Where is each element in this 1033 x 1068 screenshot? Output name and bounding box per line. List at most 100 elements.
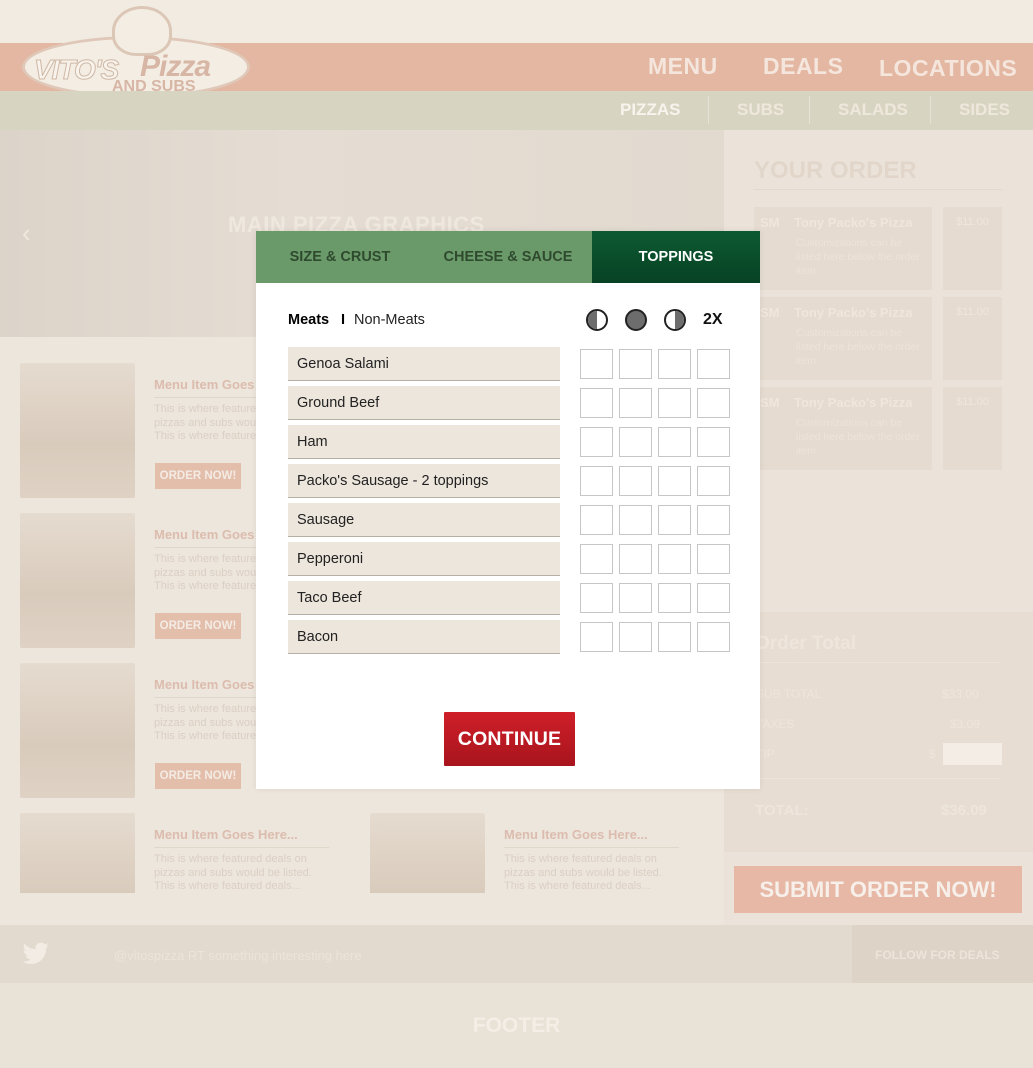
whole-checkbox[interactable] xyxy=(619,427,652,457)
left-half-checkbox[interactable] xyxy=(580,583,613,613)
subnav-subs[interactable]: SUBS xyxy=(737,100,784,120)
tip-input[interactable] xyxy=(943,743,1002,765)
twitter-icon[interactable] xyxy=(22,942,50,966)
your-order-title: YOUR ORDER xyxy=(754,157,917,184)
total-label: TOTAL: xyxy=(755,802,809,819)
right-half-checkbox[interactable] xyxy=(658,505,691,535)
divider xyxy=(504,847,679,848)
subnav-divider xyxy=(809,96,810,124)
order-item-name: Tony Packo's Pizza xyxy=(794,305,913,320)
right-half-checkbox[interactable] xyxy=(658,466,691,496)
left-half-checkbox[interactable] xyxy=(580,505,613,535)
subnav-divider xyxy=(930,96,931,124)
right-half-checkbox[interactable] xyxy=(658,544,691,574)
double-checkbox[interactable] xyxy=(697,583,730,613)
nav-menu[interactable]: MENU xyxy=(648,53,718,80)
order-item-name: Tony Packo's Pizza xyxy=(794,215,913,230)
pizza-image xyxy=(20,363,135,498)
order-now-button[interactable]: ORDER NOW! xyxy=(155,763,241,789)
subnav-pizzas[interactable]: PIZZAS xyxy=(620,100,680,120)
right-half-checkbox[interactable] xyxy=(658,388,691,418)
whole-checkbox[interactable] xyxy=(619,583,652,613)
pizza-image xyxy=(20,513,135,648)
topping-row[interactable]: Packo's Sausage - 2 toppings xyxy=(288,464,560,498)
order-item[interactable]: SM Tony Packo's Pizza Customizations can… xyxy=(754,297,1002,380)
nav-locations[interactable]: LOCATIONS xyxy=(879,55,1017,82)
divider xyxy=(755,662,1001,663)
order-item-size: SM xyxy=(760,215,780,230)
submit-order-button[interactable]: SUBMIT ORDER NOW! xyxy=(734,866,1022,913)
tab-size-crust[interactable]: SIZE & CRUST xyxy=(256,231,424,283)
left-half-checkbox[interactable] xyxy=(580,349,613,379)
menu-card-title[interactable]: Menu Item Goes Here... xyxy=(154,827,298,842)
pizza-image xyxy=(370,813,485,893)
order-item[interactable]: SM Tony Packo's Pizza Customizations can… xyxy=(754,387,1002,470)
subnav-salads[interactable]: SALADS xyxy=(838,100,908,120)
double-checkbox[interactable] xyxy=(697,466,730,496)
nav-deals[interactable]: DEALS xyxy=(763,53,843,80)
pizza-image xyxy=(20,663,135,798)
topping-row[interactable]: Genoa Salami xyxy=(288,347,560,381)
double-checkbox[interactable] xyxy=(697,544,730,574)
left-half-checkbox[interactable] xyxy=(580,427,613,457)
subtotal-value: $33.00 xyxy=(942,687,979,701)
left-half-checkbox[interactable] xyxy=(580,622,613,652)
right-half-checkbox[interactable] xyxy=(658,583,691,613)
double-checkbox[interactable] xyxy=(697,622,730,652)
tab-toppings[interactable]: TOPPINGS xyxy=(592,231,760,283)
menu-card-title[interactable]: Menu Item Goes Here... xyxy=(504,827,648,842)
order-item[interactable]: SM Tony Packo's Pizza Customizations can… xyxy=(754,207,1002,290)
divider xyxy=(754,189,1002,190)
order-now-button[interactable]: ORDER NOW! xyxy=(155,613,241,639)
double-checkbox[interactable] xyxy=(697,427,730,457)
modal-tabs: SIZE & CRUST CHEESE & SAUCE TOPPINGS xyxy=(256,231,760,283)
left-half-checkbox[interactable] xyxy=(580,466,613,496)
menu-card: Menu Item Goes Here... This is where fea… xyxy=(20,813,350,893)
topping-row[interactable]: Sausage xyxy=(288,503,560,537)
hero-prev-arrow-icon[interactable]: ‹ xyxy=(22,218,31,249)
taxes-value: $3.09 xyxy=(950,717,981,731)
toppings-modal: SIZE & CRUST CHEESE & SAUCE TOPPINGS Mea… xyxy=(256,231,760,789)
whole-icon xyxy=(625,309,647,331)
topping-row[interactable]: Ham xyxy=(288,425,560,459)
whole-checkbox[interactable] xyxy=(619,349,652,379)
tip-currency: $ xyxy=(929,747,936,761)
category-meats[interactable]: Meats xyxy=(288,312,329,328)
left-half-checkbox[interactable] xyxy=(580,388,613,418)
topping-row[interactable]: Taco Beef xyxy=(288,581,560,615)
order-item-size: SM xyxy=(760,395,780,410)
whole-checkbox[interactable] xyxy=(619,544,652,574)
double-label: 2X xyxy=(703,311,723,328)
right-half-checkbox[interactable] xyxy=(658,349,691,379)
topping-row[interactable]: Bacon xyxy=(288,620,560,654)
left-half-checkbox[interactable] xyxy=(580,544,613,574)
menu-card: Menu Item Goes Here... This is where fea… xyxy=(370,813,700,893)
total-value: $36.09 xyxy=(941,802,987,819)
category-separator: I xyxy=(341,312,346,328)
whole-checkbox[interactable] xyxy=(619,622,652,652)
topping-row[interactable]: Ground Beef xyxy=(288,386,560,420)
double-checkbox[interactable] xyxy=(697,349,730,379)
subnav-sides[interactable]: SIDES xyxy=(959,100,1010,120)
double-checkbox[interactable] xyxy=(697,388,730,418)
whole-checkbox[interactable] xyxy=(619,466,652,496)
continue-button[interactable]: CONTINUE xyxy=(444,712,575,766)
divider xyxy=(154,847,329,848)
order-item-price: $11.00 xyxy=(943,387,1002,470)
subtotal-label: SUB TOTAL xyxy=(756,687,822,701)
whole-checkbox[interactable] xyxy=(619,388,652,418)
order-item-note: Customizations can be listed here below … xyxy=(796,237,920,277)
tab-cheese-sauce[interactable]: CHEESE & SAUCE xyxy=(424,231,592,283)
pizza-image xyxy=(20,813,135,893)
topping-row[interactable]: Pepperoni xyxy=(288,542,560,576)
follow-for-deals-link[interactable]: FOLLOW FOR DEALS xyxy=(875,948,1000,962)
menu-card-description: This is where featured deals on pizzas a… xyxy=(504,853,662,892)
order-item-note: Customizations can be listed here below … xyxy=(796,327,920,367)
whole-checkbox[interactable] xyxy=(619,505,652,535)
category-non-meats[interactable]: Non-Meats xyxy=(354,312,425,328)
right-half-checkbox[interactable] xyxy=(658,622,691,652)
right-half-checkbox[interactable] xyxy=(658,427,691,457)
order-now-button[interactable]: ORDER NOW! xyxy=(155,463,241,489)
brand-logo[interactable]: VITO'S Pizza AND SUBS xyxy=(22,6,250,98)
double-checkbox[interactable] xyxy=(697,505,730,535)
